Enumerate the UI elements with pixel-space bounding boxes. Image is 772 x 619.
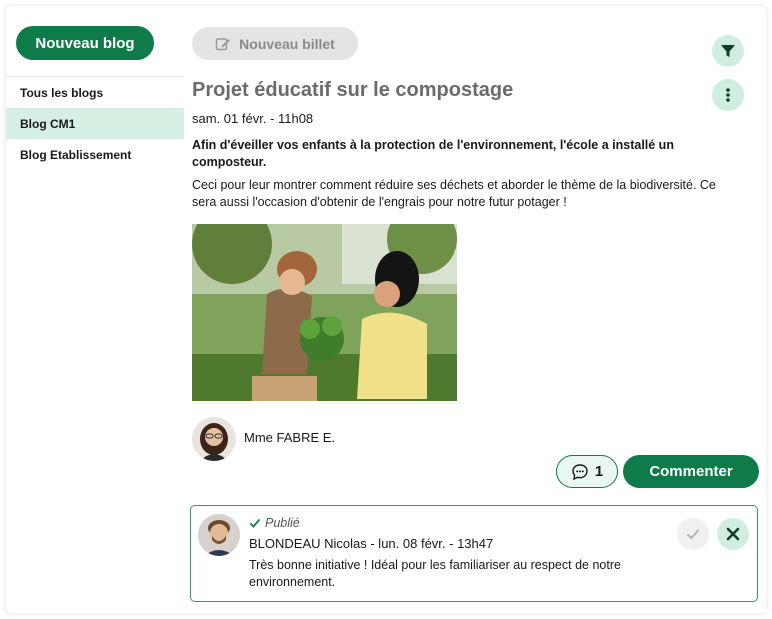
comment-text: Très bonne initiative ! Idéal pour les f… [249,558,621,589]
post-body: Ceci pour leur montrer comment réduire s… [192,178,716,209]
filter-button[interactable] [712,35,744,67]
comment-button[interactable]: Commenter [623,455,759,488]
post-date: sam. 01 févr. - 11h08 [192,111,314,126]
comment-card: Publié BLONDEAU Nicolas - lun. 08 févr. … [190,505,758,602]
reject-comment-button[interactable] [717,518,749,550]
new-post-label: Nouveau billet [239,35,335,52]
app-frame: Nouveau blog Tous les blogs Blog CM1 Blo… [6,6,766,613]
sidebar-item-blog-etablissement[interactable]: Blog Etablissement [6,139,184,170]
comment-status-label: Publié [265,516,300,530]
post-title: Projet éducatif sur le compostage [192,79,514,101]
more-vertical-icon [726,88,730,102]
check-icon [686,529,700,540]
author-avatar [192,417,236,461]
close-icon [726,527,740,541]
edit-icon [215,37,231,50]
comment-status: Publié [249,516,300,530]
new-blog-button[interactable]: Nouveau blog [16,26,154,60]
more-options-button[interactable] [712,79,744,111]
comment-meta: BLONDEAU Nicolas - lun. 08 févr. - 13h47 [249,536,494,551]
comment-count: 1 [594,463,604,480]
sidebar-item-all-blogs[interactable]: Tous les blogs [6,77,184,108]
sidebar: Nouveau blog Tous les blogs Blog CM1 Blo… [6,6,186,613]
comment-icon [572,463,588,480]
approve-comment-button[interactable] [677,518,709,550]
new-post-button[interactable]: Nouveau billet [192,27,358,60]
check-icon [249,518,261,528]
sidebar-item-blog-cm1[interactable]: Blog CM1 [6,108,184,139]
filter-icon [721,45,735,57]
author-name: Mme FABRE E. [244,430,336,445]
comment-count-button[interactable]: 1 [556,455,618,488]
post-image [192,224,457,401]
post-photo-illustration [192,224,457,401]
blog-list: Tous les blogs Blog CM1 Blog Etablisseme… [6,76,184,170]
post-lead: Afin d'éveiller vos enfants à la protect… [192,138,674,169]
commenter-avatar [198,514,240,556]
